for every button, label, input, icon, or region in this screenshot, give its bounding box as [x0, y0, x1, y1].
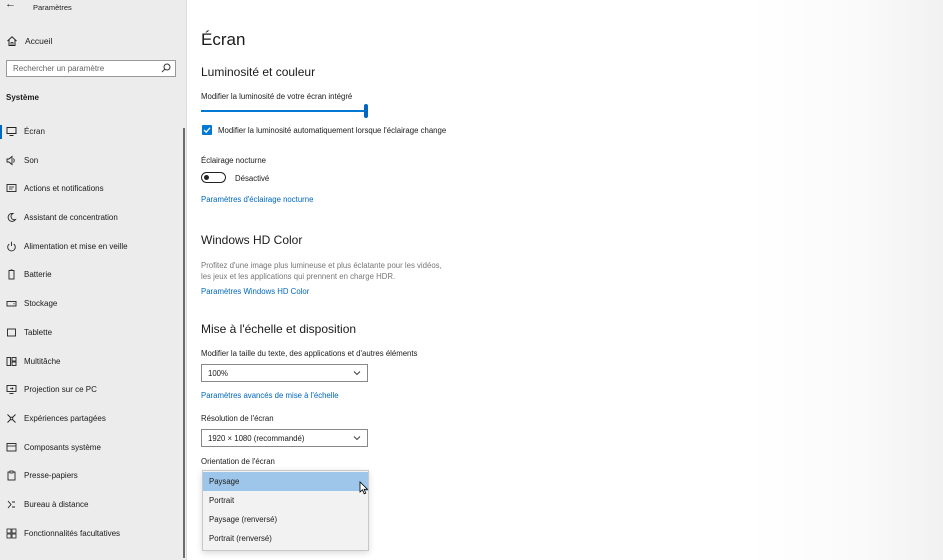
night-light-toggle[interactable] — [201, 172, 226, 183]
option-label: Paysage — [209, 477, 240, 486]
brightness-heading: Luminosité et couleur — [201, 65, 316, 79]
brightness-slider-thumb[interactable] — [364, 104, 368, 118]
hdr-settings-link[interactable]: Paramètres Windows HD Color — [201, 287, 309, 296]
hdr-description-line1: Profitez d'une image plus lumineuse et p… — [201, 261, 442, 270]
auto-brightness-checkbox[interactable] — [202, 125, 212, 135]
orientation-option-portrait-renverse[interactable]: Portrait (renversé) — [203, 529, 368, 548]
page-title: Écran — [201, 30, 246, 49]
sidebar-item-batterie[interactable]: Batterie — [0, 265, 186, 294]
sidebar-item-bureau-distance[interactable]: Bureau à distance — [0, 495, 186, 524]
sidebar-item-ecran[interactable]: Écran — [0, 122, 186, 151]
brightness-slider-track[interactable] — [201, 110, 367, 112]
right-edge-shade — [747, 0, 943, 560]
sidebar-item-label: Fonctionnalités facultatives — [24, 528, 121, 538]
sidebar-item-label: Alimentation et mise en veille — [24, 241, 128, 251]
sidebar-item-label: Son — [24, 155, 39, 165]
sidebar-item-label: Actions et notifications — [24, 184, 104, 194]
orientation-option-paysage-renverse[interactable]: Paysage (renversé) — [203, 510, 368, 529]
features-icon — [6, 528, 17, 539]
night-light-settings-link[interactable]: Paramètres d'éclairage nocturne — [201, 195, 313, 204]
home-label: Accueil — [25, 36, 53, 46]
home-nav-item[interactable]: Accueil — [0, 33, 186, 49]
battery-icon — [8, 269, 15, 280]
advanced-scaling-link[interactable]: Paramètres avancés de mise à l'échelle — [201, 391, 339, 400]
option-label: Portrait — [209, 496, 235, 505]
sidebar-item-tablette[interactable]: Tablette — [0, 323, 186, 352]
search-box[interactable] — [6, 60, 176, 77]
section-label: Système — [6, 93, 39, 102]
projection-icon — [6, 385, 17, 395]
sidebar-item-label: Presse-papiers — [24, 471, 78, 481]
scale-select[interactable]: 100% — [201, 364, 368, 382]
sidebar-item-multitache[interactable]: Multitâche — [0, 352, 186, 381]
text-size-label: Modifier la taille du texte, des applica… — [201, 349, 418, 358]
resolution-value: 1920 × 1080 (recommandé) — [208, 434, 305, 443]
scale-heading: Mise à l'échelle et disposition — [201, 322, 357, 336]
sidebar-item-label: Batterie — [24, 270, 52, 280]
orientation-dropdown: Paysage Portrait Paysage (renversé) Port… — [202, 470, 369, 551]
mouse-cursor-icon — [359, 481, 369, 495]
option-label: Paysage (renversé) — [209, 515, 278, 524]
sidebar-item-label: Composants système — [24, 442, 101, 452]
clipboard-icon — [7, 470, 16, 481]
hdr-description-line2: les jeux et les applications qui prennen… — [201, 272, 396, 281]
speaker-icon — [6, 155, 15, 166]
power-icon — [7, 241, 16, 252]
sidebar-item-label: Assistant de concentration — [24, 213, 118, 223]
sidebar-item-concentration[interactable]: Assistant de concentration — [0, 208, 186, 237]
chevron-down-icon — [353, 436, 361, 441]
night-light-state: Désactivé — [235, 174, 270, 183]
toggle-knob — [204, 174, 209, 180]
sidebar-item-alimentation[interactable]: Alimentation et mise en veille — [0, 237, 186, 266]
sidebar-item-stockage[interactable]: Stockage — [0, 294, 186, 323]
storage-icon — [6, 301, 17, 307]
app-title: Paramètres — [33, 3, 72, 12]
components-icon — [6, 442, 17, 452]
sidebar-item-label: Tablette — [24, 327, 53, 337]
shared-icon — [7, 414, 16, 423]
moon-icon — [7, 213, 17, 222]
search-icon[interactable] — [161, 63, 171, 73]
sidebar-item-label: Stockage — [24, 299, 58, 309]
night-light-label: Éclairage nocturne — [201, 156, 267, 165]
sidebar-item-notifications[interactable]: Actions et notifications — [0, 179, 186, 208]
sidebar-item-label: Multitâche — [24, 356, 61, 366]
hdr-heading: Windows HD Color — [201, 233, 303, 247]
sidebar-item-composants[interactable]: Composants système — [0, 438, 186, 467]
sidebar-scrollbar[interactable] — [183, 128, 185, 558]
orientation-label: Orientation de l'écran — [201, 457, 275, 466]
sidebar-item-experiences[interactable]: Expériences partagées — [0, 409, 186, 438]
orientation-option-paysage[interactable]: Paysage — [203, 472, 368, 491]
search-input[interactable] — [7, 61, 163, 76]
auto-brightness-label: Modifier la luminosité automatiquement l… — [218, 126, 447, 135]
checkmark-icon — [203, 127, 211, 134]
resolution-label: Résolution de l'écran — [201, 414, 274, 423]
chevron-down-icon — [353, 371, 361, 376]
tablet-icon — [7, 328, 16, 337]
title-bar: ← Paramètres — [0, 0, 186, 14]
sidebar-item-label: Écran — [24, 127, 45, 136]
scale-value: 100% — [208, 369, 228, 378]
option-label: Portrait (renversé) — [209, 534, 272, 543]
brightness-slider-label: Modifier la luminosité de votre écran in… — [201, 92, 353, 101]
monitor-icon — [6, 127, 17, 136]
sidebar-item-label: Bureau à distance — [24, 499, 89, 509]
remote-desktop-icon — [7, 500, 15, 509]
back-arrow-icon[interactable]: ← — [5, 0, 16, 10]
orientation-option-portrait[interactable]: Portrait — [203, 491, 368, 510]
sidebar-nav: Écran Son Actions et notifications Assis… — [0, 122, 186, 552]
sidebar-item-label: Expériences partagées — [24, 413, 106, 423]
notification-icon — [6, 184, 17, 193]
main-content: Écran Luminosité et couleur Modifier la … — [187, 0, 943, 560]
sidebar-item-presse-papiers[interactable]: Presse-papiers — [0, 466, 186, 495]
sidebar: ← Paramètres Accueil Système Écran Son A… — [0, 0, 187, 560]
sidebar-item-projection[interactable]: Projection sur ce PC — [0, 380, 186, 409]
home-icon — [7, 36, 17, 46]
sidebar-item-label: Projection sur ce PC — [24, 385, 97, 395]
sidebar-item-son[interactable]: Son — [0, 151, 186, 180]
sidebar-item-fonctionnalites[interactable]: Fonctionnalités facultatives — [0, 524, 186, 553]
multitask-icon — [6, 356, 17, 366]
resolution-select[interactable]: 1920 × 1080 (recommandé) — [201, 429, 368, 447]
